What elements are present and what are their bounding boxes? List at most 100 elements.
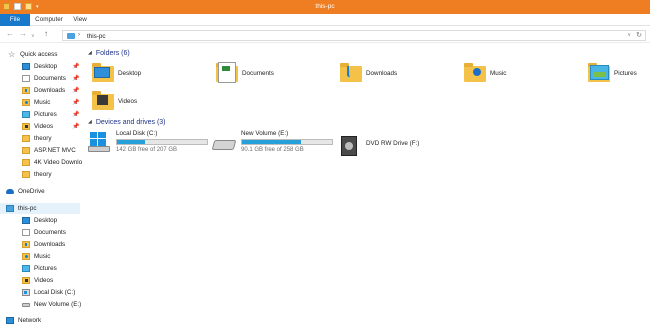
folder-icon xyxy=(22,159,30,166)
videos-icon xyxy=(22,123,30,130)
sidebar-item-label: Music xyxy=(34,99,51,106)
sidebar-item-label: Local Disk (C:) xyxy=(34,289,76,296)
documents-icon xyxy=(22,229,30,236)
tab-file[interactable]: File xyxy=(0,14,30,26)
refresh-icon[interactable]: ↻ xyxy=(636,31,642,39)
sidebar-item-theory[interactable]: theory xyxy=(22,133,52,144)
collapse-arrow-icon[interactable]: ◢ xyxy=(88,50,92,56)
sidebar-item-theory-2[interactable]: theory xyxy=(22,169,52,180)
folder-tile-videos[interactable]: Videos xyxy=(90,88,210,118)
pin-icon: 📌 xyxy=(72,124,80,130)
breadcrumb-this-pc[interactable]: this-pc xyxy=(87,33,106,40)
sidebar-item-network[interactable]: Network xyxy=(6,315,41,326)
drive-free-space: 142 GB free of 207 GB xyxy=(116,147,178,153)
drives-group-header[interactable]: ◢ Devices and drives (3) xyxy=(88,117,166,127)
address-bar[interactable]: › this-pc ∨ ↻ xyxy=(62,30,646,41)
sidebar-item-pc-documents[interactable]: Documents xyxy=(22,227,66,238)
pin-icon: 📌 xyxy=(72,100,80,106)
sidebar-item-pc-videos[interactable]: Videos xyxy=(22,275,53,286)
pin-icon: 📌 xyxy=(72,112,80,118)
desktop-icon xyxy=(22,63,30,70)
drive-name: Local Disk (C:) xyxy=(116,130,158,137)
downloads-icon xyxy=(22,87,30,94)
sidebar-item-documents[interactable]: Documents 📌 xyxy=(22,73,84,84)
back-button[interactable]: ← xyxy=(6,30,14,38)
drive-tile-local-disk-c[interactable]: Local Disk (C:) 142 GB free of 207 GB xyxy=(88,130,212,162)
sidebar-item-label: this-pc xyxy=(18,205,37,212)
sidebar-item-pc-pictures[interactable]: Pictures xyxy=(22,263,57,274)
sidebar-item-label: Pictures xyxy=(34,111,57,118)
sidebar-item-label: Music xyxy=(34,253,51,260)
windows-drive-icon xyxy=(88,132,110,154)
drive-usage-bar xyxy=(116,139,208,145)
folder-tile-music[interactable]: Music xyxy=(462,60,582,90)
folder-label: Pictures xyxy=(614,70,637,77)
desktop-folder-icon xyxy=(92,62,114,84)
sidebar-item-desktop[interactable]: Desktop 📌 xyxy=(22,61,84,72)
sidebar-item-label: Downloads xyxy=(34,87,66,94)
address-dropdown-icon[interactable]: ∨ xyxy=(627,32,631,38)
documents-folder-icon xyxy=(216,62,238,84)
network-icon xyxy=(6,317,14,324)
pictures-folder-icon xyxy=(588,62,610,84)
collapse-arrow-icon[interactable]: ◢ xyxy=(88,119,92,125)
drive-free-space: 90.1 GB free of 258 GB xyxy=(241,147,304,153)
sidebar-item-downloads[interactable]: Downloads 📌 xyxy=(22,85,84,96)
drive-tile-dvd-rw-f[interactable]: DVD RW Drive (F:) xyxy=(338,134,462,166)
desktop-icon xyxy=(22,217,30,224)
folder-tile-desktop[interactable]: Desktop xyxy=(90,60,210,90)
sidebar-item-local-disk-c[interactable]: Local Disk (C:) xyxy=(22,287,75,298)
up-button[interactable]: ↑ xyxy=(44,30,48,38)
drive-tile-new-volume-e[interactable]: New Volume (E:) 90.1 GB free of 258 GB xyxy=(211,130,337,162)
forward-button[interactable]: → xyxy=(19,30,27,38)
drive-usage-bar xyxy=(241,139,333,145)
sidebar-item-label: Videos xyxy=(34,277,54,284)
tab-computer[interactable]: Computer xyxy=(33,14,65,26)
sidebar-item-4k-video-downloader[interactable]: 4K Video Downlo xyxy=(22,157,84,168)
recent-locations-button[interactable]: ∨ xyxy=(31,32,35,40)
sidebar-item-this-pc[interactable]: this-pc xyxy=(0,203,80,214)
sidebar-item-pictures[interactable]: Pictures 📌 xyxy=(22,109,84,120)
folders-group-header[interactable]: ◢ Folders (6) xyxy=(88,48,130,58)
downloads-folder-icon xyxy=(340,62,362,84)
sidebar-item-aspnet-mvc[interactable]: ASP.NET MVC xyxy=(22,145,76,156)
sidebar-item-label: Desktop xyxy=(34,217,58,224)
folder-label: Music xyxy=(490,70,507,77)
star-icon xyxy=(8,51,16,59)
sidebar-item-label: Network xyxy=(18,317,42,324)
sidebar-item-videos[interactable]: Videos 📌 xyxy=(22,121,84,132)
pin-icon: 📌 xyxy=(72,64,80,70)
sidebar-item-pc-desktop[interactable]: Desktop xyxy=(22,215,57,226)
sidebar-item-music[interactable]: Music 📌 xyxy=(22,97,84,108)
sidebar-item-new-volume-e[interactable]: New Volume (E:) xyxy=(22,299,81,310)
sidebar-item-pc-downloads[interactable]: Downloads xyxy=(22,239,65,250)
group-header-label: Devices and drives (3) xyxy=(95,118,166,126)
pictures-icon xyxy=(22,111,30,118)
sidebar-item-onedrive[interactable]: OneDrive xyxy=(6,186,45,197)
dvd-drive-icon xyxy=(338,136,360,158)
folder-label: Documents xyxy=(242,70,274,77)
drive-name: DVD RW Drive (F:) xyxy=(366,140,420,147)
drive-usage-fill xyxy=(242,140,301,144)
breadcrumb-separator[interactable]: › xyxy=(78,32,80,38)
cloud-icon xyxy=(6,189,14,194)
title-bar: ▾ this-pc xyxy=(0,0,650,14)
sidebar-item-quick-access[interactable]: Quick access xyxy=(8,49,57,60)
music-folder-icon xyxy=(464,62,486,84)
pin-icon: 📌 xyxy=(72,88,80,94)
videos-icon xyxy=(22,277,30,284)
tab-view[interactable]: View xyxy=(69,14,91,26)
content-pane: ◢ Folders (6) Desktop Documents Download… xyxy=(84,44,650,326)
folder-tile-downloads[interactable]: Downloads xyxy=(338,60,458,90)
navigation-pane: Quick access Desktop 📌 Documents 📌 Downl… xyxy=(0,44,84,326)
drive-name: New Volume (E:) xyxy=(241,130,289,137)
sidebar-item-label: Downloads xyxy=(34,241,66,248)
hard-drive-icon xyxy=(22,302,30,307)
folder-label: Downloads xyxy=(366,70,398,77)
sidebar-item-pc-music[interactable]: Music xyxy=(22,251,50,262)
music-icon xyxy=(22,253,30,260)
window-title: this-pc xyxy=(315,3,335,10)
group-header-label: Folders (6) xyxy=(95,49,130,57)
folder-tile-pictures[interactable]: Pictures xyxy=(586,60,650,90)
folder-tile-documents[interactable]: Documents xyxy=(214,60,334,90)
